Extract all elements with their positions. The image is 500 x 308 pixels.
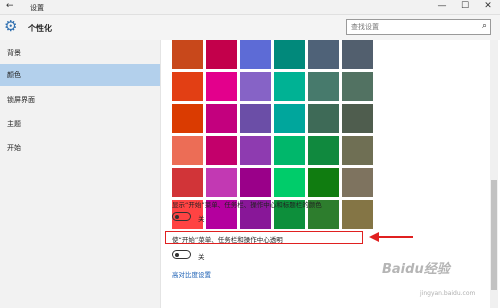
color-swatch[interactable] bbox=[240, 168, 271, 197]
sidebar: 背景 颜色 锁屏界面 主题 开始 bbox=[0, 40, 161, 308]
color-swatch[interactable] bbox=[240, 72, 271, 101]
color-swatch[interactable] bbox=[206, 72, 237, 101]
search-input[interactable] bbox=[351, 22, 471, 32]
back-arrow-icon[interactable]: ← bbox=[6, 1, 14, 11]
color-swatch[interactable] bbox=[342, 168, 373, 197]
color-swatch[interactable] bbox=[172, 136, 203, 165]
transparency-state: 关 bbox=[198, 253, 205, 261]
sidebar-item-label: 开始 bbox=[7, 144, 21, 152]
color-swatch[interactable] bbox=[274, 136, 305, 165]
page-title: 个性化 bbox=[28, 24, 52, 33]
search-box[interactable]: ⌕ bbox=[346, 19, 491, 35]
color-swatch[interactable] bbox=[274, 40, 305, 69]
color-swatch[interactable] bbox=[342, 72, 373, 101]
watermark-url: jingyan.baidu.com bbox=[420, 290, 476, 297]
scrollbar-thumb[interactable] bbox=[491, 180, 497, 290]
color-swatch[interactable] bbox=[172, 40, 203, 69]
sidebar-item-label: 颜色 bbox=[7, 71, 21, 79]
color-swatch[interactable] bbox=[206, 168, 237, 197]
scrollbar[interactable] bbox=[490, 40, 498, 308]
color-swatch[interactable] bbox=[342, 136, 373, 165]
color-swatch[interactable] bbox=[308, 104, 339, 133]
toggle-knob bbox=[175, 252, 179, 257]
show-color-state: 关 bbox=[198, 215, 205, 223]
annotation-arrow-icon bbox=[369, 232, 413, 242]
color-swatch[interactable] bbox=[206, 136, 237, 165]
color-swatch[interactable] bbox=[308, 72, 339, 101]
gear-icon: ⚙ bbox=[4, 17, 18, 35]
color-swatch[interactable] bbox=[274, 104, 305, 133]
sidebar-item-lock-screen[interactable]: 锁屏界面 bbox=[0, 89, 160, 111]
color-swatch[interactable] bbox=[206, 40, 237, 69]
color-swatch[interactable] bbox=[172, 72, 203, 101]
color-swatch[interactable] bbox=[172, 104, 203, 133]
minimize-button[interactable]: — bbox=[432, 1, 452, 11]
watermark-logo: Baidu经验 bbox=[382, 262, 450, 277]
color-swatch[interactable] bbox=[240, 136, 271, 165]
transparency-label: 使“开始”菜单、任务栏和操作中心透明 bbox=[172, 236, 283, 244]
transparency-toggle[interactable] bbox=[172, 250, 191, 259]
color-swatch[interactable] bbox=[342, 200, 373, 229]
sidebar-item-background[interactable]: 背景 bbox=[0, 42, 160, 64]
color-swatch[interactable] bbox=[274, 72, 305, 101]
color-swatch[interactable] bbox=[308, 168, 339, 197]
sidebar-item-label: 主题 bbox=[7, 120, 21, 128]
color-swatch[interactable] bbox=[240, 40, 271, 69]
maximize-button[interactable]: ☐ bbox=[455, 1, 475, 11]
show-color-toggle[interactable] bbox=[172, 212, 191, 221]
search-icon[interactable]: ⌕ bbox=[482, 21, 487, 31]
color-swatch[interactable] bbox=[308, 40, 339, 69]
close-button[interactable]: ✕ bbox=[478, 1, 498, 11]
sidebar-item-start[interactable]: 开始 bbox=[0, 137, 160, 159]
color-swatch[interactable] bbox=[308, 136, 339, 165]
title-bar: ← 设置 — ☐ ✕ bbox=[0, 0, 500, 15]
show-color-label: 显示“开始”菜单、任务栏、操作中心和标题栏的颜色 bbox=[172, 201, 322, 209]
sidebar-item-label: 背景 bbox=[7, 49, 21, 57]
sidebar-item-colors[interactable]: 颜色 bbox=[0, 64, 160, 86]
color-swatch[interactable] bbox=[206, 104, 237, 133]
sidebar-item-label: 锁屏界面 bbox=[7, 96, 35, 104]
color-swatch[interactable] bbox=[342, 40, 373, 69]
color-swatch[interactable] bbox=[172, 168, 203, 197]
color-swatch[interactable] bbox=[240, 104, 271, 133]
settings-header: ⚙ 个性化 ⌕ bbox=[0, 15, 500, 40]
window-title: 设置 bbox=[30, 4, 44, 12]
color-swatch[interactable] bbox=[342, 104, 373, 133]
color-swatch[interactable] bbox=[274, 168, 305, 197]
toggle-knob bbox=[175, 214, 179, 219]
high-contrast-settings-link[interactable]: 高对比度设置 bbox=[172, 269, 211, 279]
sidebar-item-themes[interactable]: 主题 bbox=[0, 113, 160, 135]
